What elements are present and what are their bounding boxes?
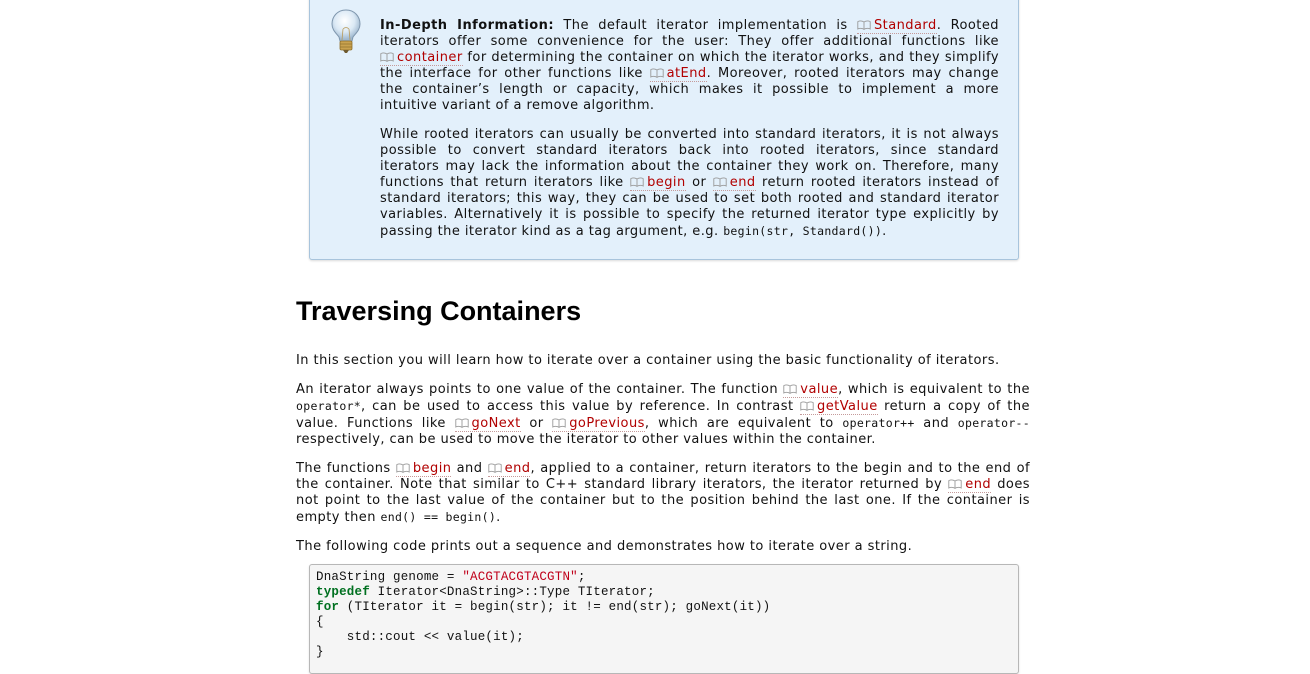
traversing-containers-section: Traversing Containers In this section yo… [296,296,1030,568]
code-token: } [316,645,324,659]
doc-link-container[interactable]: container [380,50,463,66]
inline-code: operator-- [957,416,1030,430]
book-icon [649,67,664,78]
bold-label: In-Depth Information: [380,18,555,33]
code-line: typedef Iterator<DnaString>::Type TItera… [316,585,655,599]
code-line: for (TIterator it = begin(str); it != en… [316,600,770,614]
link-text: Standard [873,18,937,33]
doc-link-getvalue[interactable]: getValue [800,399,878,415]
code-token: DnaString genome = [316,570,463,584]
doc-link-atend[interactable]: atEnd [649,66,707,82]
doc-link-gonext[interactable]: goNext [454,416,521,432]
link-text: atEnd [666,66,707,81]
doc-link-begin[interactable]: begin [630,175,686,191]
doc-link-goprevious[interactable]: goPrevious [552,416,645,432]
code-block: DnaString genome = "ACGTACGTACGTN"; type… [316,570,1012,660]
link-text: goNext [471,416,521,431]
info-paragraph-2: While rooted iterators can usually be co… [380,127,999,239]
code-line: { [316,615,324,629]
doc-link-end[interactable]: end [712,175,756,191]
inline-code: operator* [296,399,362,413]
inline-code: begin(str, Standard()) [723,224,883,238]
info-paragraph-1: In-Depth Information: The default iterat… [380,18,1000,113]
code-token: ; [577,570,586,584]
info-text: In-Depth Information: The default iterat… [380,18,999,253]
code-token: for [316,600,340,614]
book-icon [552,417,566,428]
link-text: end [504,461,531,476]
code-token: (TIterator it = begin(str); it != end(st… [339,600,771,614]
link-text: end [729,175,756,190]
code-token: std::cout << value(it); [316,630,524,644]
book-icon [396,462,410,473]
code-token: "ACGTACGTACGTN" [462,570,578,584]
code-line: std::cout << value(it); [316,630,524,644]
book-icon [380,51,394,62]
section-paragraph-4: The following code prints out a sequence… [296,539,913,554]
section-title: Traversing Containers [296,296,582,326]
section-paragraph-2: An iterator always points to one value o… [296,382,1030,447]
book-icon [713,176,727,187]
book-icon [487,462,502,473]
code-token: { [316,615,324,629]
code-line: } [316,645,324,659]
link-text: goPrevious [569,416,645,431]
lightbulb-icon [331,9,361,53]
book-icon [857,19,871,30]
code-token: typedef [316,585,370,599]
code-example: DnaString genome = "ACGTACGTACGTN"; type… [309,564,1019,674]
book-icon [800,400,814,411]
link-text: end [965,477,992,492]
doc-link-end[interactable]: end [487,461,531,477]
section-paragraph-1: In this section you will learn how to it… [296,353,1000,368]
link-text: begin [412,461,452,476]
doc-link-begin[interactable]: begin [395,461,452,477]
section-paragraph-3: The functions begin and end, applied to … [296,461,1031,525]
code-token: Iterator<DnaString>::Type TIterator; [369,585,655,599]
doc-link-value[interactable]: value [783,382,839,398]
code-line: DnaString genome = "ACGTACGTACGTN"; [316,570,586,584]
link-text: container [397,50,463,65]
link-text: getValue [817,399,878,414]
link-text: value [800,382,839,397]
book-icon [783,383,797,394]
book-icon [454,417,469,428]
inline-code: end() == begin() [380,510,497,524]
doc-link-standard[interactable]: Standard [856,18,937,34]
book-icon [948,478,962,489]
doc-link-end[interactable]: end [948,477,992,493]
in-depth-info-box: In-Depth Information: The default iterat… [309,0,1019,260]
inline-code: operator++ [842,416,915,430]
link-text: begin [647,175,686,190]
book-icon [630,176,644,187]
